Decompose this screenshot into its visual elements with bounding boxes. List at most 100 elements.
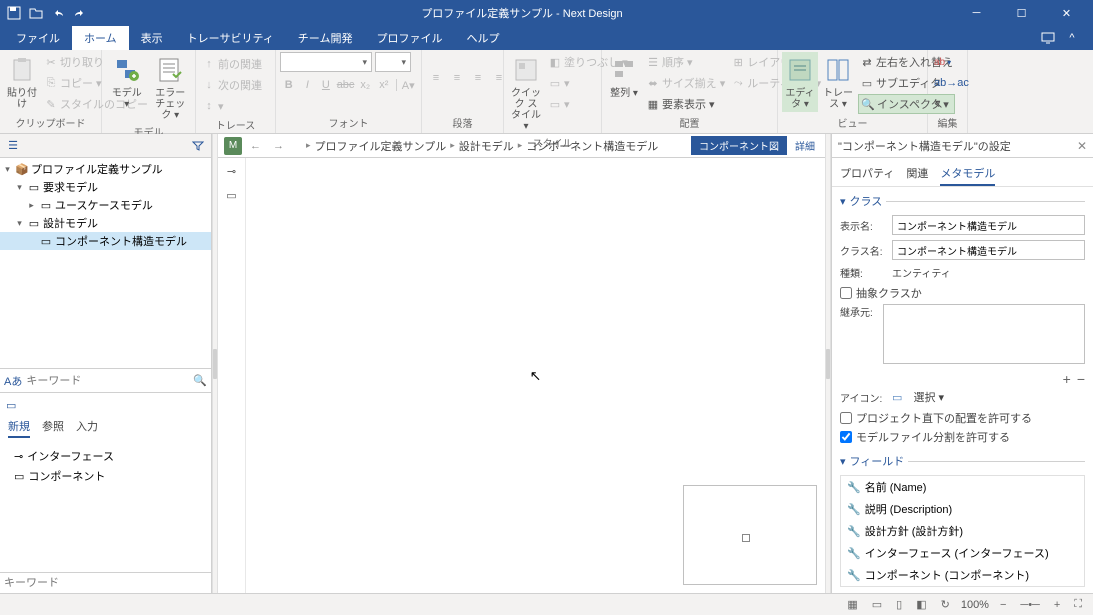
field-item[interactable]: 🔧インターフェース (インターフェース) [841, 542, 1084, 564]
trace-more-button[interactable]: ↕▾ [200, 96, 264, 116]
crumb-3[interactable]: コンポーネント構造モデル [526, 138, 658, 154]
inherit-textarea[interactable] [883, 304, 1085, 364]
subscript-button[interactable]: x₂ [356, 75, 374, 95]
select-button[interactable]: ↖▾ [932, 94, 971, 114]
field-item[interactable]: 🔧名前 (Name) [841, 476, 1084, 498]
filter-icon[interactable] [189, 137, 207, 155]
class-name-input[interactable] [892, 240, 1085, 260]
allow-root-checkbox[interactable] [840, 412, 852, 424]
traceview-button[interactable]: トレース ▾ [820, 52, 856, 112]
maximize-button[interactable]: ☐ [999, 0, 1044, 26]
chevron-down-icon[interactable]: ▾ [840, 195, 846, 208]
font-size-combo[interactable] [375, 52, 411, 72]
fontcolor-button[interactable]: A▾ [399, 75, 417, 95]
tab-view[interactable]: 表示 [129, 26, 175, 50]
tree-component[interactable]: ▭コンポーネント構造モデル [0, 232, 211, 250]
tree-design[interactable]: ▾▭設計モデル [0, 214, 211, 232]
ab-button[interactable]: ab▾ [932, 52, 971, 72]
field-item[interactable]: 🔧設計方針 (設計方針) [841, 520, 1084, 542]
rect-tool-icon[interactable]: ▭ [223, 186, 241, 204]
status-layout3-icon[interactable]: ◧ [913, 598, 929, 611]
tab-home[interactable]: ホーム [72, 26, 129, 50]
inspector-tab-relation[interactable]: 関連 [906, 162, 928, 186]
italic-button[interactable]: I [299, 75, 317, 95]
undo-icon[interactable] [48, 3, 68, 23]
allow-split-checkbox[interactable] [840, 431, 852, 443]
icon-select-button[interactable]: 選択 ▾ [913, 389, 944, 405]
add-inherit-icon[interactable]: + [1063, 371, 1071, 387]
nav-back-icon[interactable]: ← [246, 140, 265, 152]
errorcheck-button[interactable]: エラーチェック ▾ [150, 52, 192, 123]
superscript-button[interactable]: x² [375, 75, 393, 95]
bold-button[interactable]: B [280, 75, 298, 95]
zoom-out-icon[interactable]: − [997, 599, 1009, 611]
tab-profile[interactable]: プロファイル [364, 26, 454, 50]
redo-icon[interactable] [70, 3, 90, 23]
tab-help[interactable]: ヘルプ [454, 26, 511, 50]
prev-related-button[interactable]: ↑前の関連 [200, 54, 264, 74]
editor-button[interactable]: エディタ ▾ [782, 52, 818, 112]
minimap[interactable] [683, 485, 817, 585]
pointer-tool-icon[interactable]: ⊸ [223, 162, 241, 180]
search-submit-icon[interactable]: 🔍 [193, 374, 207, 387]
zoom-in-icon[interactable]: + [1051, 599, 1063, 611]
tab-traceability[interactable]: トレーサビリティ [175, 26, 286, 50]
crumb-2[interactable]: 設計モデル [459, 138, 514, 154]
status-grid-icon[interactable]: ▦ [844, 598, 860, 611]
save-icon[interactable] [4, 3, 24, 23]
inspector-tab-property[interactable]: プロパティ [840, 162, 894, 186]
align-button[interactable]: 整列 ▾ [606, 52, 642, 101]
lower-tab-new[interactable]: 新規 [8, 416, 30, 438]
zoom-slider[interactable]: ─•─ [1017, 599, 1042, 611]
palette-search-input[interactable] [4, 577, 207, 589]
diagram-canvas[interactable]: ↖ [246, 158, 825, 593]
minimize-button[interactable]: ─ [954, 0, 999, 26]
search-type-icon[interactable]: Aあ [4, 373, 22, 389]
strike-button[interactable]: abc [336, 75, 356, 95]
abstract-checkbox[interactable] [840, 287, 852, 299]
align-left-button[interactable]: ≡ [426, 68, 446, 88]
chevron-down-icon[interactable]: ▾ [840, 455, 846, 468]
tab-file[interactable]: ファイル [4, 26, 72, 50]
display-name-input[interactable] [892, 215, 1085, 235]
inspector-close-icon[interactable]: ✕ [1077, 139, 1087, 153]
field-item[interactable]: 🔧説明 (Description) [841, 498, 1084, 520]
close-button[interactable]: ✕ [1044, 0, 1089, 26]
diagram-type-badge[interactable]: コンポーネント図 [691, 136, 787, 155]
fit-screen-icon[interactable]: ⛶ [1071, 598, 1085, 611]
replace-button[interactable]: ab→ac [932, 73, 971, 93]
nav-forward-icon[interactable]: → [269, 140, 288, 152]
status-refresh-icon[interactable]: ↻ [938, 598, 953, 611]
status-layout2-icon[interactable]: ▯ [893, 598, 905, 611]
tree-req[interactable]: ▾▭要求モデル [0, 178, 211, 196]
paste-button[interactable]: 貼り付け [4, 52, 40, 112]
size-button[interactable]: ⬌サイズ揃え ▾ [644, 73, 727, 93]
quickstyle-button[interactable]: クイック スタイル ▾ [508, 52, 544, 134]
underline-button[interactable]: U [317, 75, 335, 95]
remove-inherit-icon[interactable]: − [1077, 371, 1085, 387]
align-center-button[interactable]: ≡ [447, 68, 467, 88]
model-button[interactable]: モデル ▾ [106, 52, 148, 112]
tree-search-input[interactable] [26, 375, 189, 387]
crumb-1[interactable]: プロファイル定義サンプル [315, 138, 447, 154]
lower-tab-ref[interactable]: 参照 [42, 416, 64, 438]
collapse-ribbon-icon[interactable]: ^ [1063, 30, 1081, 46]
status-layout1-icon[interactable]: ▭ [869, 598, 885, 611]
screen-icon[interactable] [1039, 30, 1057, 46]
lower-tab-input[interactable]: 入力 [76, 416, 98, 438]
field-item[interactable]: 🔧コンポーネント (コンポーネント) [841, 564, 1084, 586]
align-right-button[interactable]: ≡ [468, 68, 488, 88]
summary-button[interactable]: ▦要素表示 ▾ [644, 94, 727, 114]
order-button[interactable]: ☰順序 ▾ [644, 52, 727, 72]
tree-icon[interactable]: ☰ [4, 137, 22, 155]
palette-component[interactable]: ▭コンポーネント [8, 466, 203, 486]
tree-root[interactable]: ▾📦プロファイル定義サンプル [0, 160, 211, 178]
tab-team[interactable]: チーム開発 [286, 26, 365, 50]
new-file-icon[interactable]: ▭ [6, 399, 16, 412]
open-icon[interactable] [26, 3, 46, 23]
detail-link[interactable]: 詳細 [791, 138, 819, 153]
next-related-button[interactable]: ↓次の関連 [200, 75, 264, 95]
font-family-combo[interactable] [280, 52, 372, 72]
inspector-tab-metamodel[interactable]: メタモデル [940, 162, 995, 186]
tree-usecase[interactable]: ▸▭ユースケースモデル [0, 196, 211, 214]
